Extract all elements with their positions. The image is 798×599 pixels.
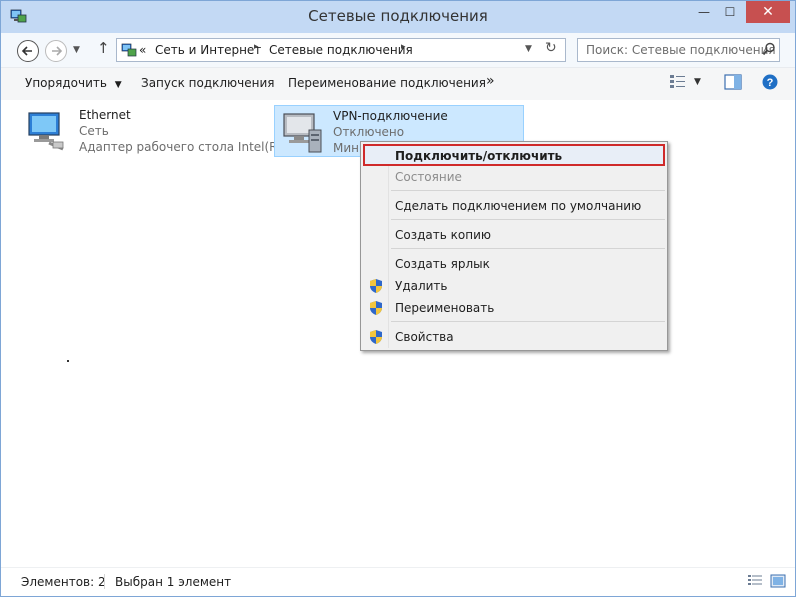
status-bar: Элементов: 2 Выбран 1 элемент [1, 567, 795, 596]
menu-item-rename[interactable]: Переименовать [363, 297, 665, 319]
menu-item-label: Подключить/отключить [395, 149, 563, 163]
forward-button[interactable] [45, 40, 67, 62]
vpn-connection-icon [283, 113, 322, 153]
network-connections-location-icon [121, 43, 137, 57]
item-count: Элементов: 2 [21, 575, 106, 589]
title-bar[interactable]: Сетевые подключения — ☐ ✕ [1, 1, 795, 33]
back-arrow-icon [21, 46, 32, 56]
breadcrumb-network-connections[interactable]: Сетевые подключения [269, 43, 413, 57]
help-icon[interactable]: ? [761, 73, 779, 91]
menu-item-label: Создать копию [395, 228, 491, 242]
preview-pane-icon[interactable] [724, 73, 742, 91]
menu-item-properties[interactable]: Свойства [363, 326, 665, 348]
search-input[interactable]: Поиск: Сетевые подключения [577, 38, 780, 62]
connection-adapter: Адаптер рабочего стола Intel(R) ... [79, 140, 298, 154]
menu-item-label: Переименовать [395, 301, 495, 315]
back-button[interactable] [17, 40, 39, 62]
search-placeholder: Поиск: Сетевые подключения [586, 43, 776, 57]
address-bar[interactable]: « Сеть и Интернет ▸ Сетевые подключения … [116, 38, 566, 62]
svg-text:?: ? [767, 77, 774, 89]
menu-item-create-copy[interactable]: Создать копию [363, 224, 665, 246]
menu-item-delete[interactable]: Удалить [363, 275, 665, 297]
menu-item-set-default[interactable]: Сделать подключением по умолчанию [363, 195, 665, 217]
menu-item-label: Состояние [395, 170, 462, 184]
menu-item-label: Свойства [395, 330, 454, 344]
menu-item-label: Создать ярлык [395, 257, 490, 271]
selection-count: Выбран 1 элемент [115, 575, 232, 589]
breadcrumb-network-internet[interactable]: Сеть и Интернет [155, 43, 261, 57]
organize-button[interactable]: Упорядочить ▼ [25, 76, 122, 90]
shield-icon [370, 301, 382, 315]
start-connection-button[interactable]: Запуск подключения [141, 76, 275, 90]
connection-device: Мин [333, 141, 359, 155]
explorer-window: Сетевые подключения — ☐ ✕ ▼ ↑ « Сеть и И… [0, 0, 796, 597]
maximize-button[interactable]: ☐ [717, 1, 743, 23]
connection-network: Сеть [79, 124, 109, 138]
forward-arrow-icon [52, 46, 63, 56]
search-icon[interactable] [762, 42, 776, 56]
menu-item-create-shortcut[interactable]: Создать ярлык [363, 253, 665, 275]
up-arrow-icon[interactable]: ↑ [97, 39, 110, 57]
menu-separator [391, 190, 665, 191]
more-commands-button[interactable]: » [486, 73, 495, 89]
recent-locations-chevron-icon[interactable]: ▼ [73, 45, 80, 55]
breadcrumb-separator-icon[interactable]: ▸ [254, 42, 259, 52]
menu-separator [391, 321, 665, 322]
view-options-chevron-icon[interactable]: ▼ [694, 77, 701, 87]
context-menu: Подключить/отключить Состояние Сделать п… [360, 141, 668, 351]
refresh-icon[interactable]: ↻ [545, 40, 557, 56]
minimize-button[interactable]: — [691, 1, 717, 23]
connection-name: VPN-подключение [333, 109, 448, 123]
rename-connection-button[interactable]: Переименование подключения [288, 76, 486, 90]
status-divider [104, 574, 105, 589]
change-view-icon[interactable] [669, 73, 687, 91]
menu-item-label: Сделать подключением по умолчанию [395, 199, 642, 213]
breadcrumb-overflow[interactable]: « [139, 43, 146, 57]
address-dropdown-icon[interactable]: ▼ [525, 44, 532, 54]
details-view-icon[interactable] [747, 574, 763, 588]
organize-label: Упорядочить [25, 76, 107, 90]
menu-separator [391, 248, 665, 249]
menu-item-status: Состояние [363, 166, 665, 188]
connection-name: Ethernet [79, 108, 131, 122]
shield-icon [370, 279, 382, 293]
navigation-bar: ▼ ↑ « Сеть и Интернет ▸ Сетевые подключе… [1, 33, 795, 67]
connection-item-ethernet[interactable]: Ethernet Сеть Адаптер рабочего стола Int… [19, 105, 297, 157]
large-icons-view-icon[interactable] [770, 574, 786, 588]
menu-separator [391, 219, 665, 220]
stray-dot [67, 360, 69, 362]
close-button[interactable]: ✕ [746, 1, 790, 23]
breadcrumb-separator-icon[interactable]: ▸ [401, 42, 406, 52]
command-bar: Упорядочить ▼ Запуск подключения Переиме… [1, 67, 795, 101]
window-title: Сетевые подключения [308, 7, 488, 25]
menu-item-connect-disconnect[interactable]: Подключить/отключить [363, 144, 665, 166]
chevron-down-icon: ▼ [114, 80, 122, 90]
connection-status: Отключено [333, 125, 405, 139]
menu-item-label: Удалить [395, 279, 448, 293]
network-adapter-icon [28, 112, 64, 151]
shield-icon [370, 330, 382, 344]
